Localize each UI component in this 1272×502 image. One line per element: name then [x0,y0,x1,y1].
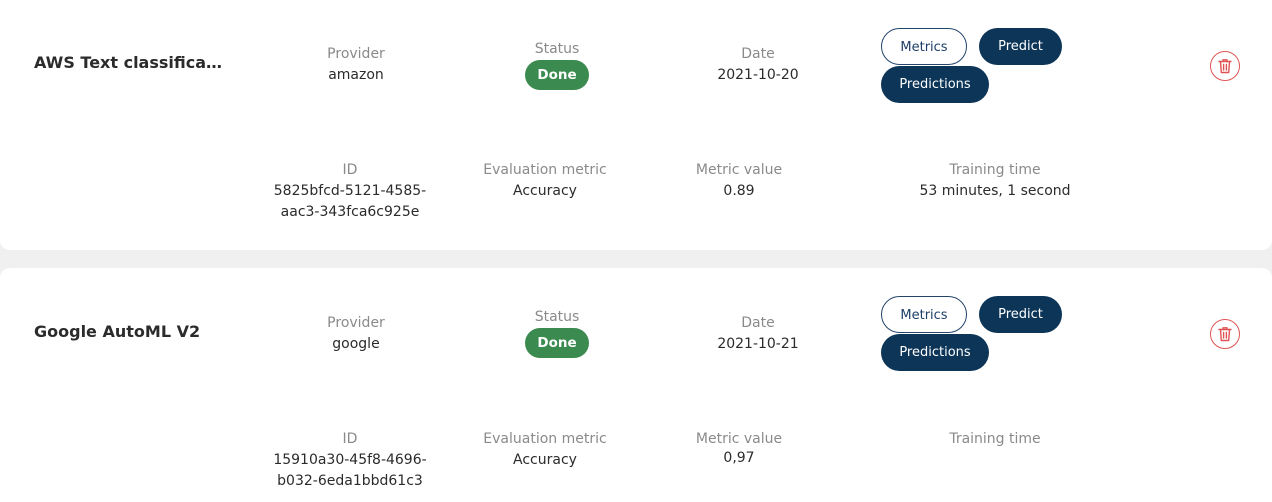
date-value: 2021-10-21 [717,336,799,352]
date-value: 2021-10-20 [717,67,799,83]
model-card: AWS Text classificatio... Provider amazo… [0,0,1272,250]
model-card: Google AutoML V2 Provider google Status … [0,268,1272,502]
id-value-line1: 15910a30-45f8-4696- [273,452,427,468]
metric-value-label: Metric value [695,431,783,447]
id-value: 5825bfcd-5121-4585- aac3-343fca6c925e [265,181,435,223]
provider-label: Provider [327,315,385,331]
date-field: Date 2021-10-20 [698,45,818,86]
trash-icon [1218,59,1232,74]
evaluation-metric-value: Accuracy [513,452,577,468]
status-label: Status [534,309,580,325]
evaluation-metric-label: Evaluation metric [483,162,607,178]
delete-button[interactable] [1210,51,1240,81]
provider-value: amazon [328,67,384,83]
id-field: ID 15910a30-45f8-4696- b032-6eda1bbd61c3 [265,430,435,492]
provider-value: google [332,336,380,352]
id-value-line2: b032-6eda1bbd61c3 [277,473,423,489]
id-label: ID [342,162,358,178]
provider-label: Provider [327,46,385,62]
predict-button[interactable]: Predict [979,28,1062,65]
id-label: ID [342,431,358,447]
model-name: AWS Text classificatio... [34,53,224,72]
evaluation-metric-field: Evaluation metric Accuracy [470,430,620,471]
model-name: Google AutoML V2 [34,322,201,341]
status-field: Status Done [497,308,617,358]
evaluation-metric-value: Accuracy [513,183,577,199]
date-label: Date [741,315,775,331]
id-value: 15910a30-45f8-4696- b032-6eda1bbd61c3 [265,450,435,492]
status-badge: Done [525,60,589,90]
training-time-label: Training time [949,431,1041,447]
date-label: Date [741,46,775,62]
metric-value-field: Metric value 0.89 [679,161,799,202]
metric-value-field: Metric value 0,97 [679,430,799,469]
status-label: Status [534,41,580,57]
evaluation-metric-field: Evaluation metric Accuracy [470,161,620,202]
status-badge: Done [525,328,589,358]
delete-button[interactable] [1210,319,1240,349]
metric-value-label: Metric value [695,162,783,178]
provider-field: Provider google [296,314,416,355]
metric-value-value: 0.89 [723,183,755,199]
id-value-line2: aac3-343fca6c925e [280,204,420,220]
training-time-field: Training time 53 minutes, 1 second [895,161,1095,202]
training-time-field: Training time [895,430,1095,450]
metrics-button[interactable]: Metrics [881,296,967,333]
status-field: Status Done [497,40,617,90]
training-time-value: 53 minutes, 1 second [919,183,1071,199]
training-time-label: Training time [949,162,1041,178]
provider-field: Provider amazon [296,45,416,86]
predictions-button[interactable]: Predictions [881,334,989,371]
metric-value-value: 0,97 [723,450,755,466]
predict-button[interactable]: Predict [979,296,1062,333]
metrics-button[interactable]: Metrics [881,28,967,65]
evaluation-metric-label: Evaluation metric [483,431,607,447]
trash-icon [1218,327,1232,342]
id-value-line1: 5825bfcd-5121-4585- [273,183,427,199]
predictions-button[interactable]: Predictions [881,66,989,103]
date-field: Date 2021-10-21 [698,314,818,355]
id-field: ID 5825bfcd-5121-4585- aac3-343fca6c925e [265,161,435,223]
